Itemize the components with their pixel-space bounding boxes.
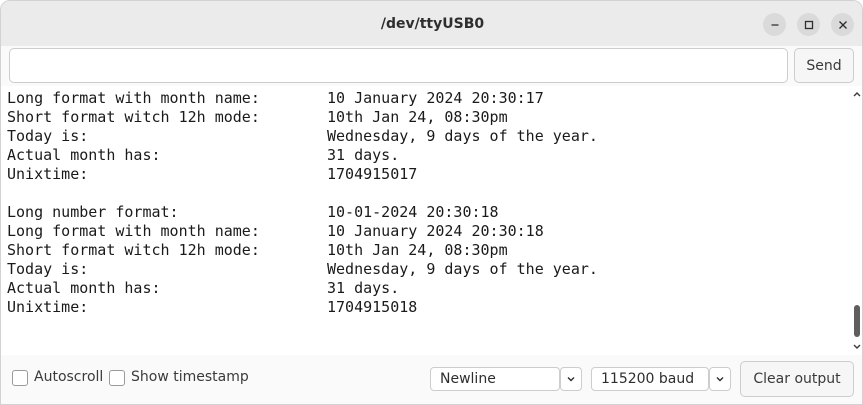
line-ending-dropdown-button[interactable] <box>560 367 582 391</box>
timestamp-label: Show timestamp <box>131 369 249 385</box>
output-line-value: 1704915018 <box>327 298 418 316</box>
output-line: Actual month has: 31 days. <box>7 146 837 165</box>
clear-output-button[interactable]: Clear output <box>740 361 854 397</box>
output-line-label: Today is: <box>7 260 89 278</box>
minimize-button[interactable] <box>763 13 786 36</box>
output-line-label: Today is: <box>7 127 89 145</box>
output-scrollbar[interactable] <box>850 86 862 355</box>
maximize-button[interactable] <box>797 13 820 36</box>
close-icon <box>838 20 847 29</box>
output-line-value: 31 days. <box>327 146 400 164</box>
serial-output[interactable]: Long format with month name: 10 January 2… <box>1 86 862 355</box>
output-line-label: Long format with month name: <box>7 222 260 240</box>
chevron-down-icon <box>716 377 724 382</box>
output-line-value: 10 January 2024 20:30:18 <box>327 222 544 240</box>
minimize-icon <box>771 23 778 26</box>
baud-rate-select[interactable]: 115200 baud <box>591 367 709 391</box>
scroll-down-icon[interactable] <box>852 342 862 352</box>
maximize-icon <box>804 20 813 29</box>
output-line-value: Wednesday, 9 days of the year. <box>327 260 598 278</box>
output-line-label: Long number format: <box>7 203 179 221</box>
close-button[interactable] <box>831 13 854 36</box>
chevron-down-icon <box>567 377 575 382</box>
output-line-value: 10-01-2024 20:30:18 <box>327 203 499 221</box>
scroll-thumb[interactable] <box>854 305 860 337</box>
output-line: Long format with month name: 10 January 2… <box>7 222 837 241</box>
output-line: Long format with month name: 10 January 2… <box>7 89 837 108</box>
autoscroll-label: Autoscroll <box>34 369 104 385</box>
output-lines: Long format with month name: 10 January 2… <box>7 89 837 317</box>
output-line-label: Unixtime: <box>7 165 89 183</box>
output-line-value: 31 days. <box>327 279 400 297</box>
baud-rate-value: 115200 baud <box>601 371 695 387</box>
send-row: Send <box>1 46 862 86</box>
output-line-label: Short format witch 12h mode: <box>7 108 260 126</box>
output-line-label: Actual month has: <box>7 279 161 297</box>
send-button[interactable]: Send <box>794 48 854 83</box>
output-line: Today is: Wednesday, 9 days of the year. <box>7 260 837 279</box>
output-line-label: Unixtime: <box>7 298 89 316</box>
output-line: Unixtime: 1704915018 <box>7 298 837 317</box>
output-line: Long number format: 10-01-2024 20:30:18 <box>7 203 837 222</box>
output-line-label: Short format witch 12h mode: <box>7 241 260 259</box>
window-controls <box>763 13 854 36</box>
title-bar: /dev/ttyUSB0 <box>1 1 862 46</box>
output-line: Actual month has: 31 days. <box>7 279 837 298</box>
output-line: Short format witch 12h mode: 10th Jan 24,… <box>7 241 837 260</box>
autoscroll-checkbox[interactable] <box>12 370 28 386</box>
output-line-value: 10 January 2024 20:30:17 <box>327 89 544 107</box>
line-ending-value: Newline <box>440 371 496 387</box>
output-line-label: Long format with month name: <box>7 89 260 107</box>
bottom-bar: Autoscroll Show timestamp Newline 115200… <box>1 355 862 404</box>
output-line-value: 10th Jan 24, 08:30pm <box>327 108 508 126</box>
scroll-up-icon[interactable] <box>852 89 862 99</box>
output-line-value: 1704915017 <box>327 165 418 183</box>
serial-monitor-window: /dev/ttyUSB0 Send Long format with month… <box>0 0 863 405</box>
line-ending-select[interactable]: Newline <box>430 367 560 391</box>
output-line: Short format witch 12h mode: 10th Jan 24,… <box>7 108 837 127</box>
output-line-value: 10th Jan 24, 08:30pm <box>327 241 508 259</box>
baud-rate-dropdown-button[interactable] <box>709 367 731 391</box>
window-title: /dev/ttyUSB0 <box>380 15 485 32</box>
timestamp-checkbox[interactable] <box>109 370 125 386</box>
output-line-label: Actual month has: <box>7 146 161 164</box>
output-line-value: Wednesday, 9 days of the year. <box>327 127 598 145</box>
message-input[interactable] <box>9 48 788 83</box>
output-line: Unixtime: 1704915017 <box>7 165 837 184</box>
output-line: Today is: Wednesday, 9 days of the year. <box>7 127 837 146</box>
